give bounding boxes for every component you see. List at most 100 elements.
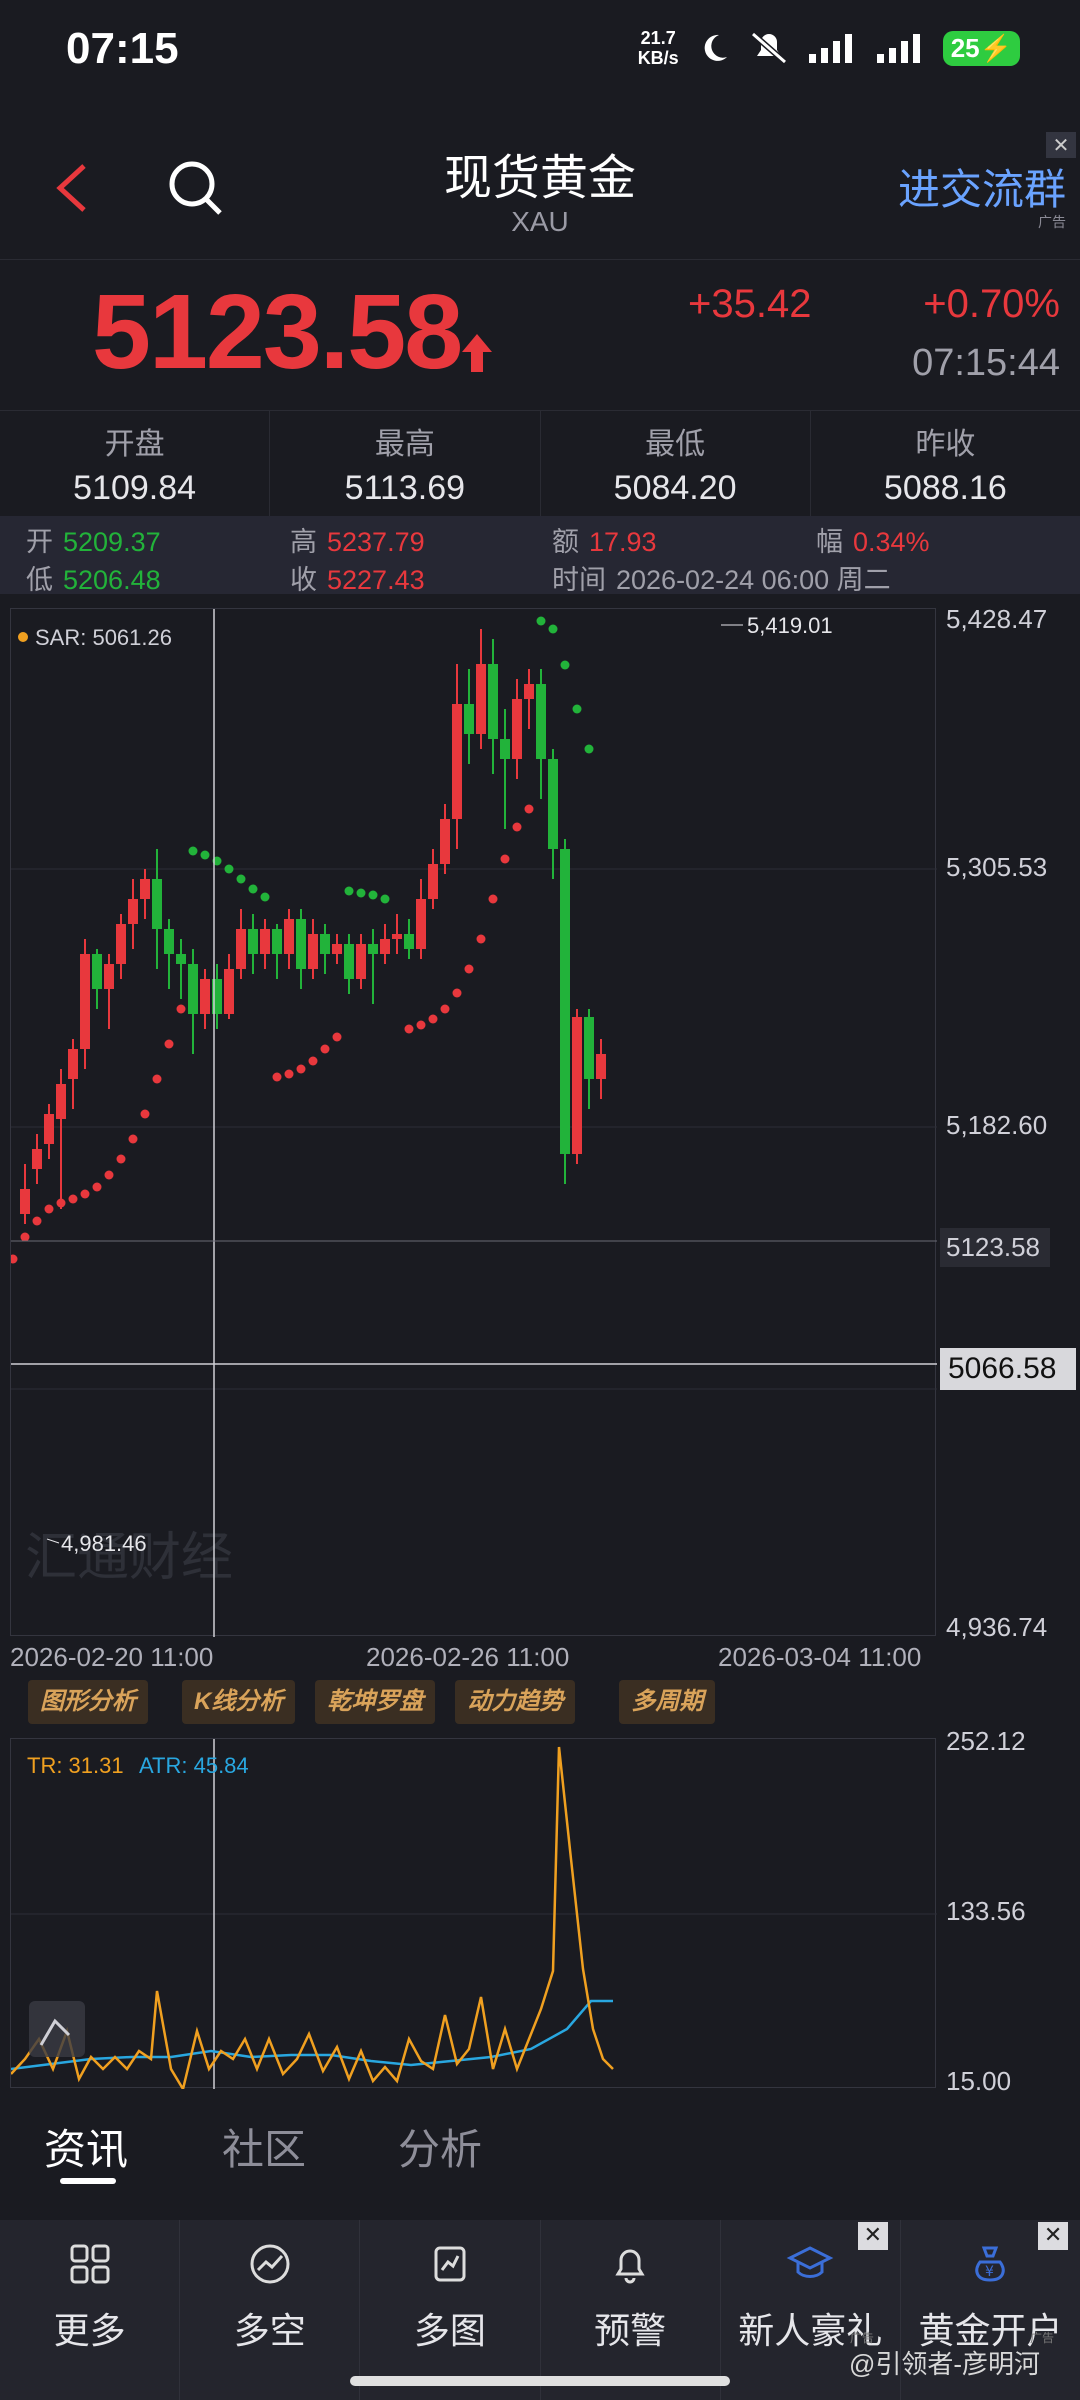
stat-low: 最低 5084.20	[541, 411, 811, 516]
stat-prev-close: 昨收 5088.16	[883, 428, 1007, 507]
sar-dot	[68, 1194, 78, 1204]
up-arrow-icon	[462, 334, 492, 372]
status-time: 07:15	[66, 24, 179, 73]
candle-body	[44, 1114, 54, 1144]
join-group-link[interactable]: 进交流群	[898, 156, 1066, 217]
candle-body	[524, 684, 534, 699]
y-tick: 4,936.74	[946, 1612, 1048, 1642]
tab-analysis[interactable]: 分析	[398, 2116, 482, 2177]
candle-body	[104, 964, 114, 989]
sar-dot	[272, 1072, 282, 1082]
candle-body	[152, 879, 162, 929]
sar-dot	[512, 822, 522, 832]
candle-body	[80, 954, 90, 1049]
candle-body	[452, 704, 462, 819]
sar-dot	[236, 874, 246, 884]
status-icons: 21.7 KB/s 25⚡	[638, 28, 1020, 68]
sar-dot	[296, 1064, 306, 1074]
candle-body	[440, 819, 450, 864]
close-icon[interactable]: ✕	[857, 2222, 888, 2250]
sar-dot	[164, 1039, 174, 1049]
candle-body	[344, 944, 354, 979]
home-indicator[interactable]	[350, 2376, 730, 2386]
ind-y-tick: 252.12	[946, 1726, 1026, 1756]
candle-body	[236, 929, 246, 969]
more-button[interactable]: 更多	[0, 2220, 181, 2400]
moon-icon	[704, 34, 727, 61]
sar-dot	[560, 660, 570, 670]
y-tick: 5,305.53	[946, 852, 1048, 882]
candle-body	[68, 1049, 78, 1079]
long-short-button[interactable]: 多空	[180, 2220, 361, 2400]
candle-body	[188, 964, 198, 1014]
atr-indicator-chart[interactable]: TR: 31.31 ATR: 45.84	[10, 1738, 937, 2089]
sar-dot	[224, 864, 234, 874]
candle-body	[596, 1054, 606, 1079]
grid-lines	[11, 868, 937, 1390]
chart-settings-icon[interactable]	[29, 2001, 85, 2057]
candle-body	[20, 1189, 30, 1214]
sar-dot	[332, 1032, 342, 1042]
tool-kline-analysis[interactable]: K线分析	[182, 1680, 296, 1724]
last-price-tag: 5123.58	[940, 1228, 1050, 1267]
tool-momentum[interactable]: 动力趋势	[455, 1680, 576, 1724]
price-change: +35.42	[688, 282, 812, 326]
stat-high: 最高 5113.69	[270, 411, 541, 516]
stat-open: 开盘 5109.84	[0, 411, 271, 516]
candle-body	[296, 919, 306, 969]
candle-body	[116, 924, 126, 964]
sar-dot	[584, 744, 594, 754]
candle-body	[140, 879, 150, 899]
candle-body	[380, 939, 390, 954]
candle-body	[392, 934, 402, 939]
sar-dot	[548, 624, 558, 634]
sar-dot	[536, 616, 546, 626]
stats-row: 开盘 5109.84 最高 5113.69 最低 5084.20 昨收 5088.16	[0, 410, 1080, 516]
alert-button[interactable]: 预警	[541, 2220, 721, 2400]
candlestick-plot[interactable]: 汇通财经 SAR: 5061.26 5,419.01 4,981.46	[11, 609, 937, 1637]
candle-body	[248, 929, 258, 954]
candle-body	[572, 1017, 582, 1154]
candle-body	[416, 899, 426, 949]
tr-legend: TR: 31.31	[27, 1753, 124, 1778]
candle-body	[560, 849, 570, 1154]
tool-compass[interactable]: 乾坤罗盘	[315, 1680, 436, 1724]
svg-text:¥: ¥	[985, 2264, 994, 2280]
candlestick-chart[interactable]: 汇通财经 SAR: 5061.26 5,419.01 4,981.46	[10, 608, 937, 1637]
sar-dot	[92, 1182, 102, 1192]
sar-dot	[260, 892, 270, 902]
sar-dot	[80, 1189, 90, 1199]
candle-body	[308, 934, 318, 969]
ad-close-button[interactable]: ✕	[1046, 132, 1076, 158]
ad-tag: 广告	[1038, 215, 1066, 231]
tab-news[interactable]: 资讯	[44, 2116, 128, 2177]
candle-body	[464, 704, 474, 734]
sar-dot	[572, 704, 582, 714]
sar-dot	[11, 1254, 18, 1264]
sar-dot	[380, 894, 390, 904]
tab-community[interactable]: 社区	[222, 2116, 306, 2177]
candle-body	[512, 699, 522, 759]
tool-multi-period[interactable]: 多周期	[619, 1680, 716, 1724]
atr-plot[interactable]: TR: 31.31 ATR: 45.84	[11, 1739, 937, 2089]
y-tick: 5,428.47	[946, 604, 1048, 634]
candle-body	[284, 919, 294, 954]
tr-series	[11, 1746, 614, 2089]
trend-circle-icon	[250, 2244, 290, 2284]
tool-pattern-analysis[interactable]: 图形分析	[28, 1680, 148, 1724]
sar-dot	[284, 1069, 294, 1079]
multi-chart-button[interactable]: 多图	[360, 2220, 541, 2400]
candle-time: 时间 2026-02-24 06:00 周二	[552, 565, 891, 595]
sar-dot	[404, 1024, 414, 1034]
max-price-label: 5,419.01	[747, 613, 833, 638]
sar-dot	[44, 1204, 54, 1214]
sar-dot	[320, 1044, 330, 1054]
candle-body	[500, 739, 510, 759]
sar-dot	[20, 1232, 30, 1242]
sar-dot	[344, 886, 354, 896]
candle-body	[332, 944, 342, 954]
candle-body	[32, 1149, 42, 1169]
atr-legend: ATR: 45.84	[139, 1753, 249, 1778]
close-icon[interactable]: ✕	[1038, 2222, 1069, 2250]
candle-body	[200, 979, 210, 1014]
